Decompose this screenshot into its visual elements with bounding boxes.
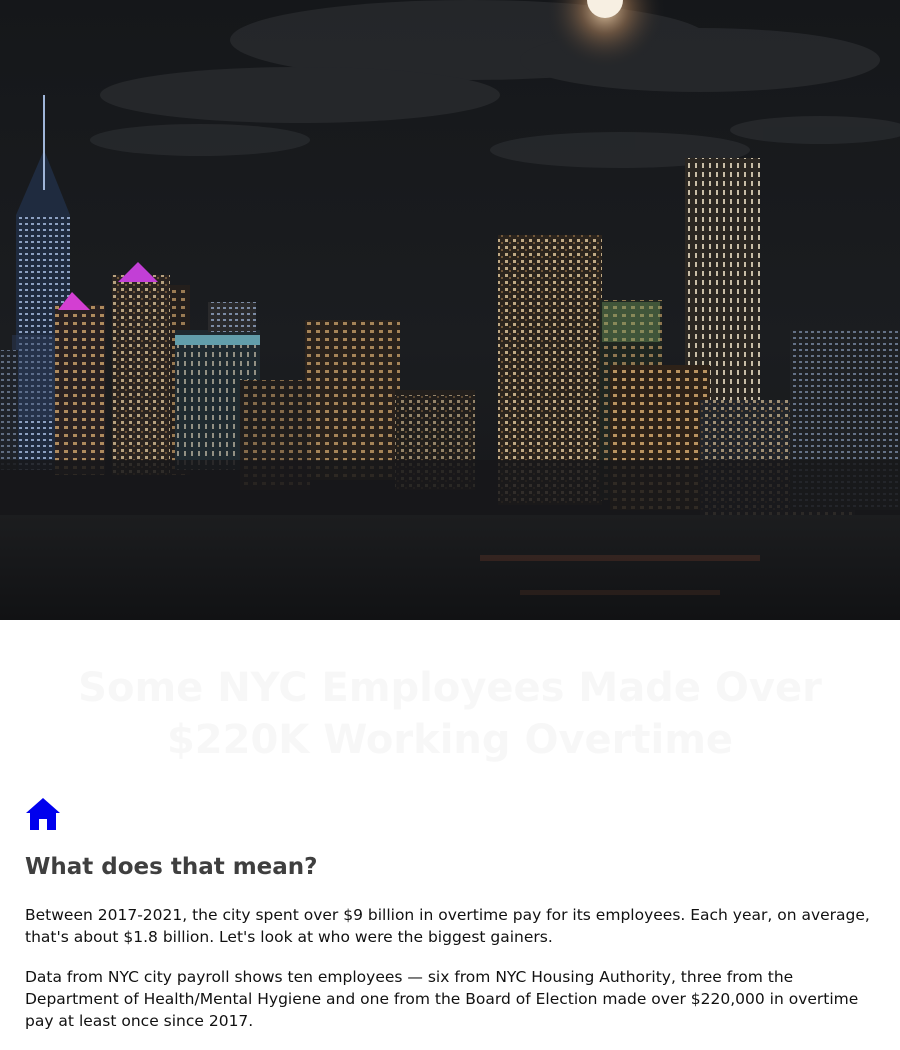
skyline-buildings	[0, 95, 900, 515]
body-paragraph: Data from NYC city payroll shows ten emp…	[25, 968, 859, 1030]
body-paragraph: Between 2017-2021, the city spent over $…	[25, 906, 870, 946]
night-clouds	[90, 0, 900, 168]
section-title: What does that mean?	[25, 854, 318, 880]
home-button[interactable]	[25, 797, 61, 831]
hero-skyline-image	[0, 0, 900, 620]
home-icon	[26, 798, 60, 830]
page-headline: Some NYC Employees Made Over $220K Worki…	[78, 665, 822, 763]
waterfront	[0, 460, 900, 620]
skyline-illustration	[0, 0, 900, 620]
